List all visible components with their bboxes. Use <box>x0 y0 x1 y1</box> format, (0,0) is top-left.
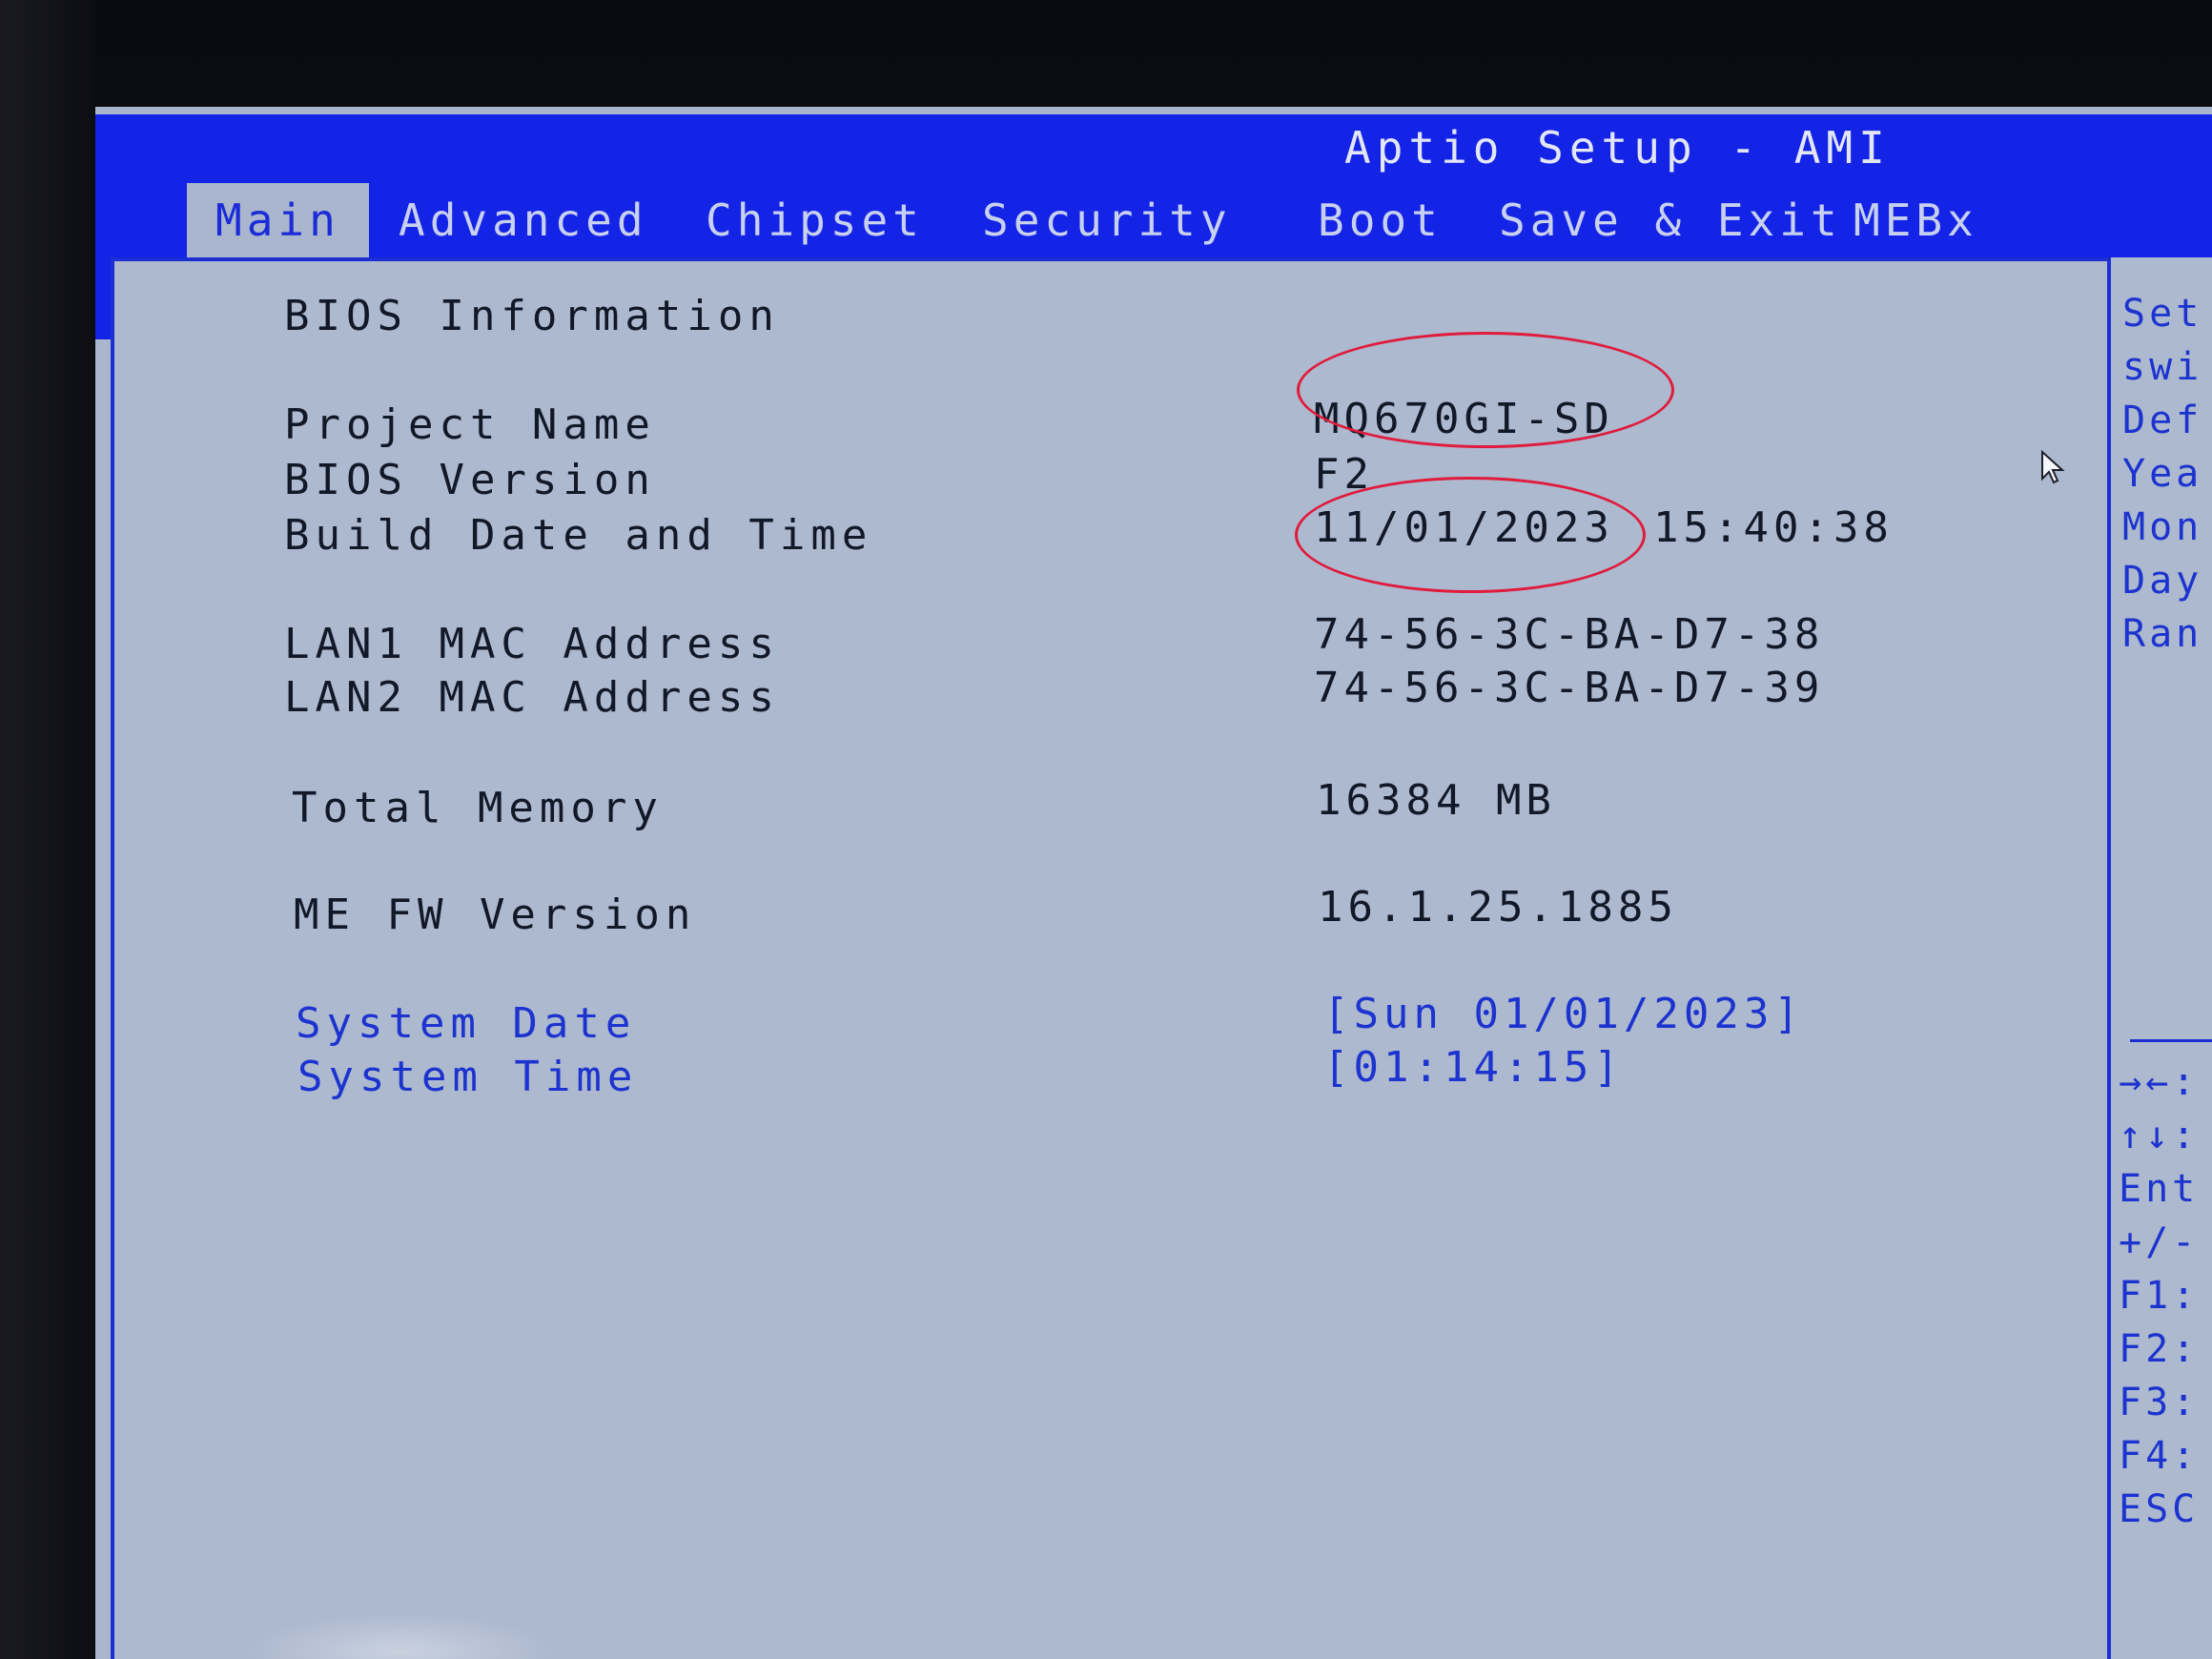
key-hint: Ent <box>2119 1167 2200 1211</box>
annotation-circle-project-name <box>1297 332 1674 448</box>
bios-screen: Aptio Setup - AMI Main Advanced Chipset … <box>95 107 2212 1659</box>
annotation-circle-build-date <box>1295 477 1646 593</box>
tab-main[interactable]: Main <box>187 183 369 257</box>
key-hint: ESC <box>2119 1487 2200 1531</box>
system-time-label[interactable]: System Time <box>297 1053 638 1101</box>
key-hint: +/- <box>2119 1220 2200 1264</box>
tab-mebx[interactable]: MEBx <box>1854 183 1978 257</box>
system-date-value[interactable]: [Sun 01/01/2023] <box>1323 990 1804 1038</box>
lan2-mac-value: 74-56-3C-BA-D7-39 <box>1314 664 1825 712</box>
key-hint: F1: <box>2119 1274 2200 1318</box>
tab-chipset[interactable]: Chipset <box>706 183 924 257</box>
key-hint: →←: <box>2119 1060 2200 1104</box>
key-hint: F3: <box>2119 1381 2200 1424</box>
help-divider <box>2130 1039 2212 1042</box>
help-line: swi <box>2122 345 2203 389</box>
lan2-mac-label: LAN2 MAC Address <box>284 673 780 722</box>
tab-advanced[interactable]: Advanced <box>399 183 648 257</box>
help-line: Yea <box>2122 452 2203 496</box>
total-memory-label: Total Memory <box>292 784 664 832</box>
tab-boot[interactable]: Boot <box>1318 183 1443 257</box>
lan1-mac-value: 74-56-3C-BA-D7-38 <box>1314 610 1825 659</box>
project-name-label: Project Name <box>284 400 656 449</box>
main-pane: BIOS Information Project Name MQ670GI-SD… <box>114 261 2111 1659</box>
help-line: Mon <box>2122 505 2203 549</box>
key-hint: F2: <box>2119 1327 2200 1371</box>
build-date-label: Build Date and Time <box>284 511 873 560</box>
system-date-label[interactable]: System Date <box>296 999 636 1048</box>
monitor-bezel-left <box>0 0 95 1659</box>
screen-glare <box>248 1613 553 1659</box>
tab-security[interactable]: Security <box>982 183 1232 257</box>
help-line: Ran <box>2122 612 2203 656</box>
help-line: Def <box>2122 399 2203 442</box>
help-line: Set <box>2122 292 2203 336</box>
tab-save-exit[interactable]: Save & Exit <box>1499 183 1842 257</box>
build-time-value: 15:40:38 <box>1653 503 1894 552</box>
help-line: Day <box>2122 559 2203 603</box>
me-fw-version-label: ME FW Version <box>294 891 697 939</box>
lan1-mac-label: LAN1 MAC Address <box>284 620 780 668</box>
me-fw-version-value: 16.1.25.1885 <box>1318 883 1678 932</box>
bios-version-label: BIOS Version <box>284 456 656 504</box>
key-hint: F4: <box>2119 1434 2200 1478</box>
main-panel: BIOS Information Project Name MQ670GI-SD… <box>111 257 2113 1659</box>
mouse-pointer-icon <box>2041 450 2065 484</box>
total-memory-value: 16384 MB <box>1316 776 1556 825</box>
help-pane: Set swi Def Yea Mon Day Ran →←: ↑↓: Ent … <box>2107 257 2212 1659</box>
key-hint: ↑↓: <box>2119 1114 2200 1157</box>
section-title: BIOS Information <box>284 292 780 340</box>
app-title: Aptio Setup - AMI <box>1344 122 1891 174</box>
system-time-value[interactable]: [01:14:15] <box>1323 1043 1624 1092</box>
